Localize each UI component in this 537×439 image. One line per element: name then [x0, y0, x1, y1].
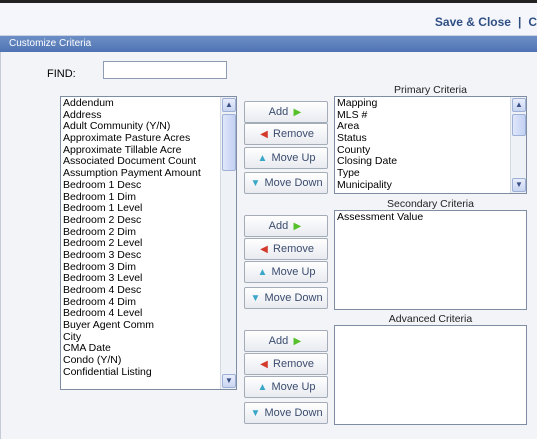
list-item[interactable]: Status [337, 133, 508, 145]
available-scrollbar[interactable]: ▲ ▼ [220, 97, 236, 389]
save-close-button[interactable]: Save & Close [435, 15, 511, 29]
advanced-criteria-label: Advanced Criteria [388, 313, 473, 325]
remove-arrow-icon: ◀ [260, 129, 268, 140]
list-item[interactable]: Mapping [337, 98, 508, 110]
list-item[interactable]: Bedroom 2 Desc [63, 215, 218, 227]
primary-criteria-label: Primary Criteria [394, 84, 467, 96]
window-title: Customize Criteria [0, 36, 537, 52]
down-arrow-icon: ▼ [250, 293, 261, 304]
advanced-criteria-list[interactable] [334, 325, 527, 425]
move-up-label: Move Up [271, 266, 316, 278]
down-arrow-icon: ▼ [250, 178, 261, 189]
list-item[interactable]: Bedroom 4 Level [63, 308, 218, 320]
move-up-secondary-button[interactable]: ▲ Move Up [244, 261, 328, 283]
primary-scrollbar[interactable]: ▲ ▼ [510, 97, 526, 193]
remove-secondary-button[interactable]: ◀ Remove [244, 238, 328, 260]
find-input[interactable] [103, 61, 227, 79]
scroll-up-icon[interactable]: ▲ [512, 98, 526, 112]
top-toolbar: Save & Close | C [0, 0, 537, 36]
list-item[interactable]: Bedroom 3 Level [63, 273, 218, 285]
list-item[interactable]: City [63, 332, 218, 344]
move-up-advanced-button[interactable]: ▲ Move Up [244, 376, 328, 398]
scroll-down-icon[interactable]: ▼ [222, 374, 236, 388]
list-item[interactable]: Adult Community (Y/N) [63, 121, 218, 133]
list-item[interactable]: County [337, 145, 508, 157]
list-item[interactable]: Addendum [63, 98, 218, 110]
list-item[interactable]: Address [63, 110, 218, 122]
secondary-criteria-list[interactable]: Assessment Value [334, 210, 527, 310]
add-arrow-icon: ▶ [293, 336, 302, 347]
list-item[interactable]: Bedroom 1 Dim [63, 192, 218, 204]
remove-primary-button[interactable]: ◀ Remove [244, 123, 328, 145]
toolbar-actions: Save & Close | C [435, 15, 537, 31]
move-down-primary-button[interactable]: ▼ Move Down [244, 172, 328, 194]
remove-advanced-button[interactable]: ◀ Remove [244, 353, 328, 375]
add-secondary-button[interactable]: Add ▶ [244, 215, 328, 237]
scroll-down-icon[interactable]: ▼ [512, 178, 526, 192]
move-up-label: Move Up [271, 381, 316, 393]
list-item[interactable]: Bedroom 4 Dim [63, 297, 218, 309]
list-item[interactable]: Municipality [337, 180, 508, 192]
list-item[interactable]: Approximate Pasture Acres [63, 133, 218, 145]
scroll-thumb[interactable] [222, 114, 236, 171]
scroll-up-icon[interactable]: ▲ [222, 98, 236, 112]
move-down-secondary-button[interactable]: ▼ Move Down [244, 287, 328, 309]
down-arrow-icon: ▼ [250, 408, 261, 419]
up-arrow-icon: ▲ [257, 267, 268, 278]
list-item[interactable]: Type [337, 168, 508, 180]
move-up-primary-button[interactable]: ▲ Move Up [244, 147, 328, 169]
list-item[interactable]: Closing Date [337, 156, 508, 168]
add-label: Add [268, 220, 289, 232]
add-arrow-icon: ▶ [293, 221, 302, 232]
move-down-advanced-button[interactable]: ▼ Move Down [244, 402, 328, 424]
list-item[interactable]: Bedroom 1 Level [63, 203, 218, 215]
up-arrow-icon: ▲ [257, 382, 268, 393]
list-item[interactable]: Buyer Agent Comm [63, 320, 218, 332]
move-down-label: Move Down [264, 177, 323, 189]
list-item[interactable]: Associated Document Count [63, 156, 218, 168]
list-item[interactable]: Bedroom 2 Level [63, 238, 218, 250]
list-item[interactable]: Bedroom 4 Desc [63, 285, 218, 297]
find-label: FIND: [47, 68, 76, 80]
up-arrow-icon: ▲ [257, 153, 268, 164]
add-label: Add [268, 335, 289, 347]
move-down-label: Move Down [264, 407, 323, 419]
next-toolbar-button[interactable]: C [528, 15, 537, 29]
list-item[interactable]: Bedroom 2 Dim [63, 227, 218, 239]
add-label: Add [268, 106, 289, 118]
list-item[interactable]: Assessment Value [337, 212, 524, 224]
remove-arrow-icon: ◀ [260, 244, 268, 255]
list-item[interactable]: CMA Date [63, 343, 218, 355]
list-item[interactable]: Approximate Tillable Acre [63, 145, 218, 157]
remove-label: Remove [273, 128, 315, 140]
list-item[interactable]: Condo (Y/N) [63, 355, 218, 367]
toolbar-separator: | [517, 15, 522, 29]
move-up-label: Move Up [271, 152, 316, 164]
add-arrow-icon: ▶ [293, 107, 302, 118]
list-item[interactable]: MLS # [337, 110, 508, 122]
add-primary-button[interactable]: Add ▶ [244, 101, 328, 123]
remove-label: Remove [273, 243, 315, 255]
add-advanced-button[interactable]: Add ▶ [244, 330, 328, 352]
secondary-criteria-label: Secondary Criteria [387, 198, 474, 210]
list-item[interactable]: Area [337, 121, 508, 133]
move-down-label: Move Down [264, 292, 323, 304]
scroll-thumb[interactable] [512, 114, 526, 136]
list-item[interactable]: Bedroom 1 Desc [63, 180, 218, 192]
list-item[interactable]: Assumption Payment Amount [63, 168, 218, 180]
available-fields-list[interactable]: Addendum Address Adult Community (Y/N) Appr… [60, 96, 237, 390]
list-item[interactable]: Confidential Listing [63, 367, 218, 379]
remove-label: Remove [273, 358, 315, 370]
list-item[interactable]: Bedroom 3 Desc [63, 250, 218, 262]
primary-criteria-list[interactable]: Mapping MLS # Area Status County Closing Date… [334, 96, 527, 194]
remove-arrow-icon: ◀ [260, 359, 268, 370]
list-item[interactable]: Bedroom 3 Dim [63, 262, 218, 274]
